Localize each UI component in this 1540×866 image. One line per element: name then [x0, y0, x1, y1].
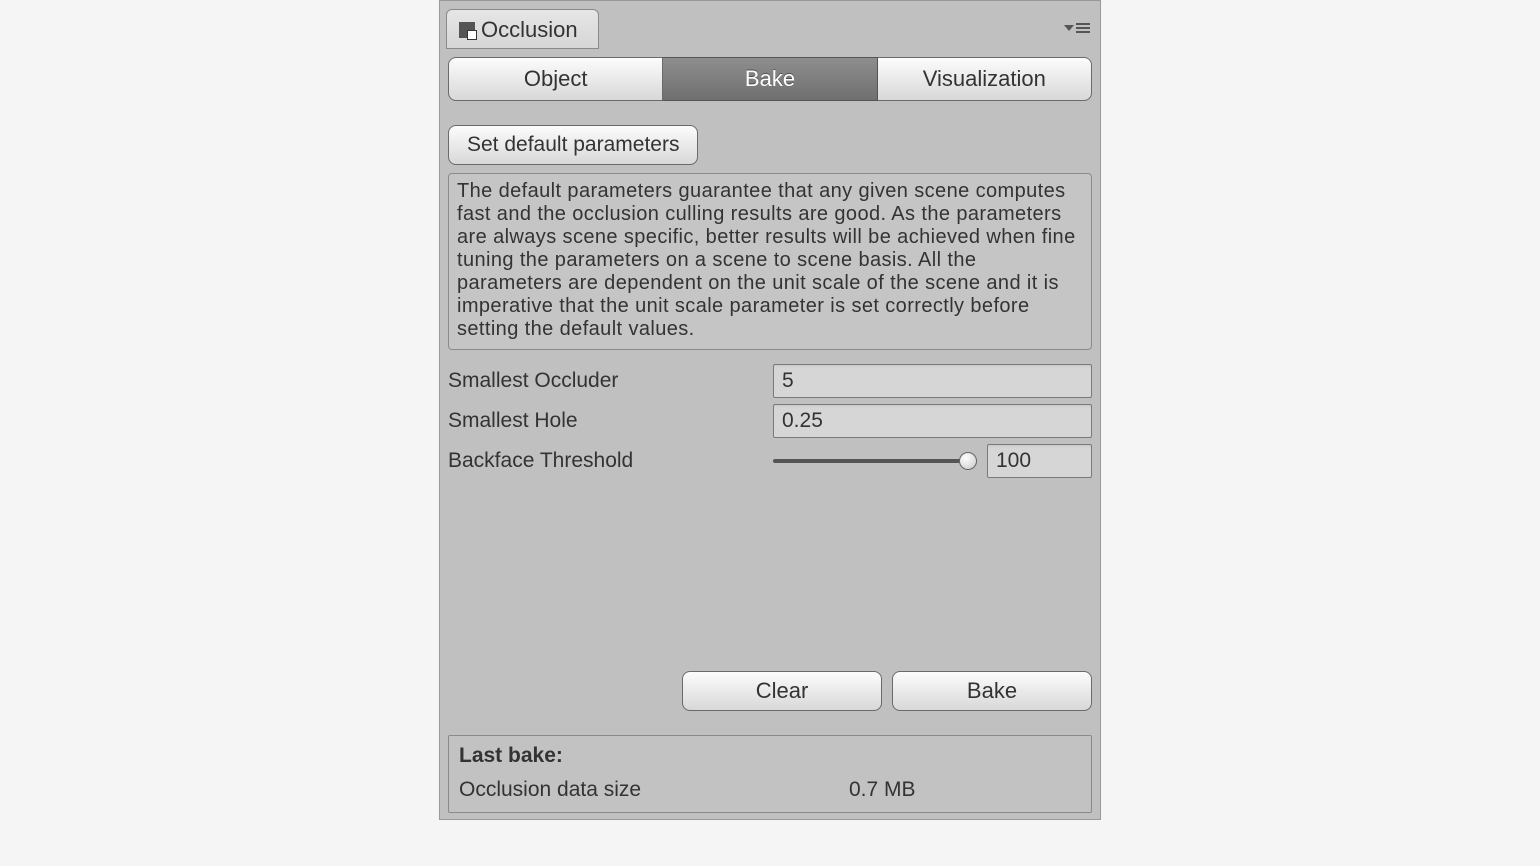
smallest-hole-label: Smallest Hole: [448, 409, 763, 433]
smallest-hole-input[interactable]: [773, 404, 1092, 438]
clear-button[interactable]: Clear: [682, 671, 882, 711]
bake-button[interactable]: Bake: [892, 671, 1092, 711]
occlusion-icon: [459, 22, 475, 38]
panel-tab-strip: Occlusion: [440, 1, 1100, 49]
backface-threshold-label: Backface Threshold: [448, 449, 763, 473]
tab-visualization[interactable]: Visualization: [878, 57, 1092, 101]
last-bake-status: Last bake: Occlusion data size 0.7 MB: [448, 735, 1092, 813]
field-smallest-occluder: Smallest Occluder: [448, 364, 1092, 398]
action-row: Clear Bake: [448, 671, 1092, 711]
tab-bake[interactable]: Bake: [663, 57, 877, 101]
panel-title: Occlusion: [481, 17, 578, 43]
panel-body: Object Bake Visualization Set default pa…: [440, 49, 1100, 819]
tab-object[interactable]: Object: [448, 57, 663, 101]
backface-threshold-slider[interactable]: [773, 451, 977, 471]
occlusion-panel: Occlusion Object Bake Visualization Set …: [439, 0, 1101, 820]
status-key: Occlusion data size: [459, 778, 849, 802]
slider-thumb-icon[interactable]: [959, 452, 977, 470]
smallest-occluder-label: Smallest Occluder: [448, 369, 763, 393]
set-default-parameters-button[interactable]: Set default parameters: [448, 125, 698, 165]
help-text: The default parameters guarantee that an…: [448, 173, 1092, 350]
panel-tab-occlusion[interactable]: Occlusion: [446, 9, 599, 49]
field-backface-threshold: Backface Threshold: [448, 444, 1092, 478]
last-bake-title: Last bake:: [459, 744, 1081, 768]
status-row: Occlusion data size 0.7 MB: [459, 778, 1081, 802]
status-value: 0.7 MB: [849, 778, 916, 802]
backface-threshold-input[interactable]: [987, 444, 1092, 478]
mode-tabbar: Object Bake Visualization: [448, 57, 1092, 101]
smallest-occluder-input[interactable]: [773, 364, 1092, 398]
field-smallest-hole: Smallest Hole: [448, 404, 1092, 438]
panel-context-menu-icon[interactable]: [1064, 23, 1090, 33]
